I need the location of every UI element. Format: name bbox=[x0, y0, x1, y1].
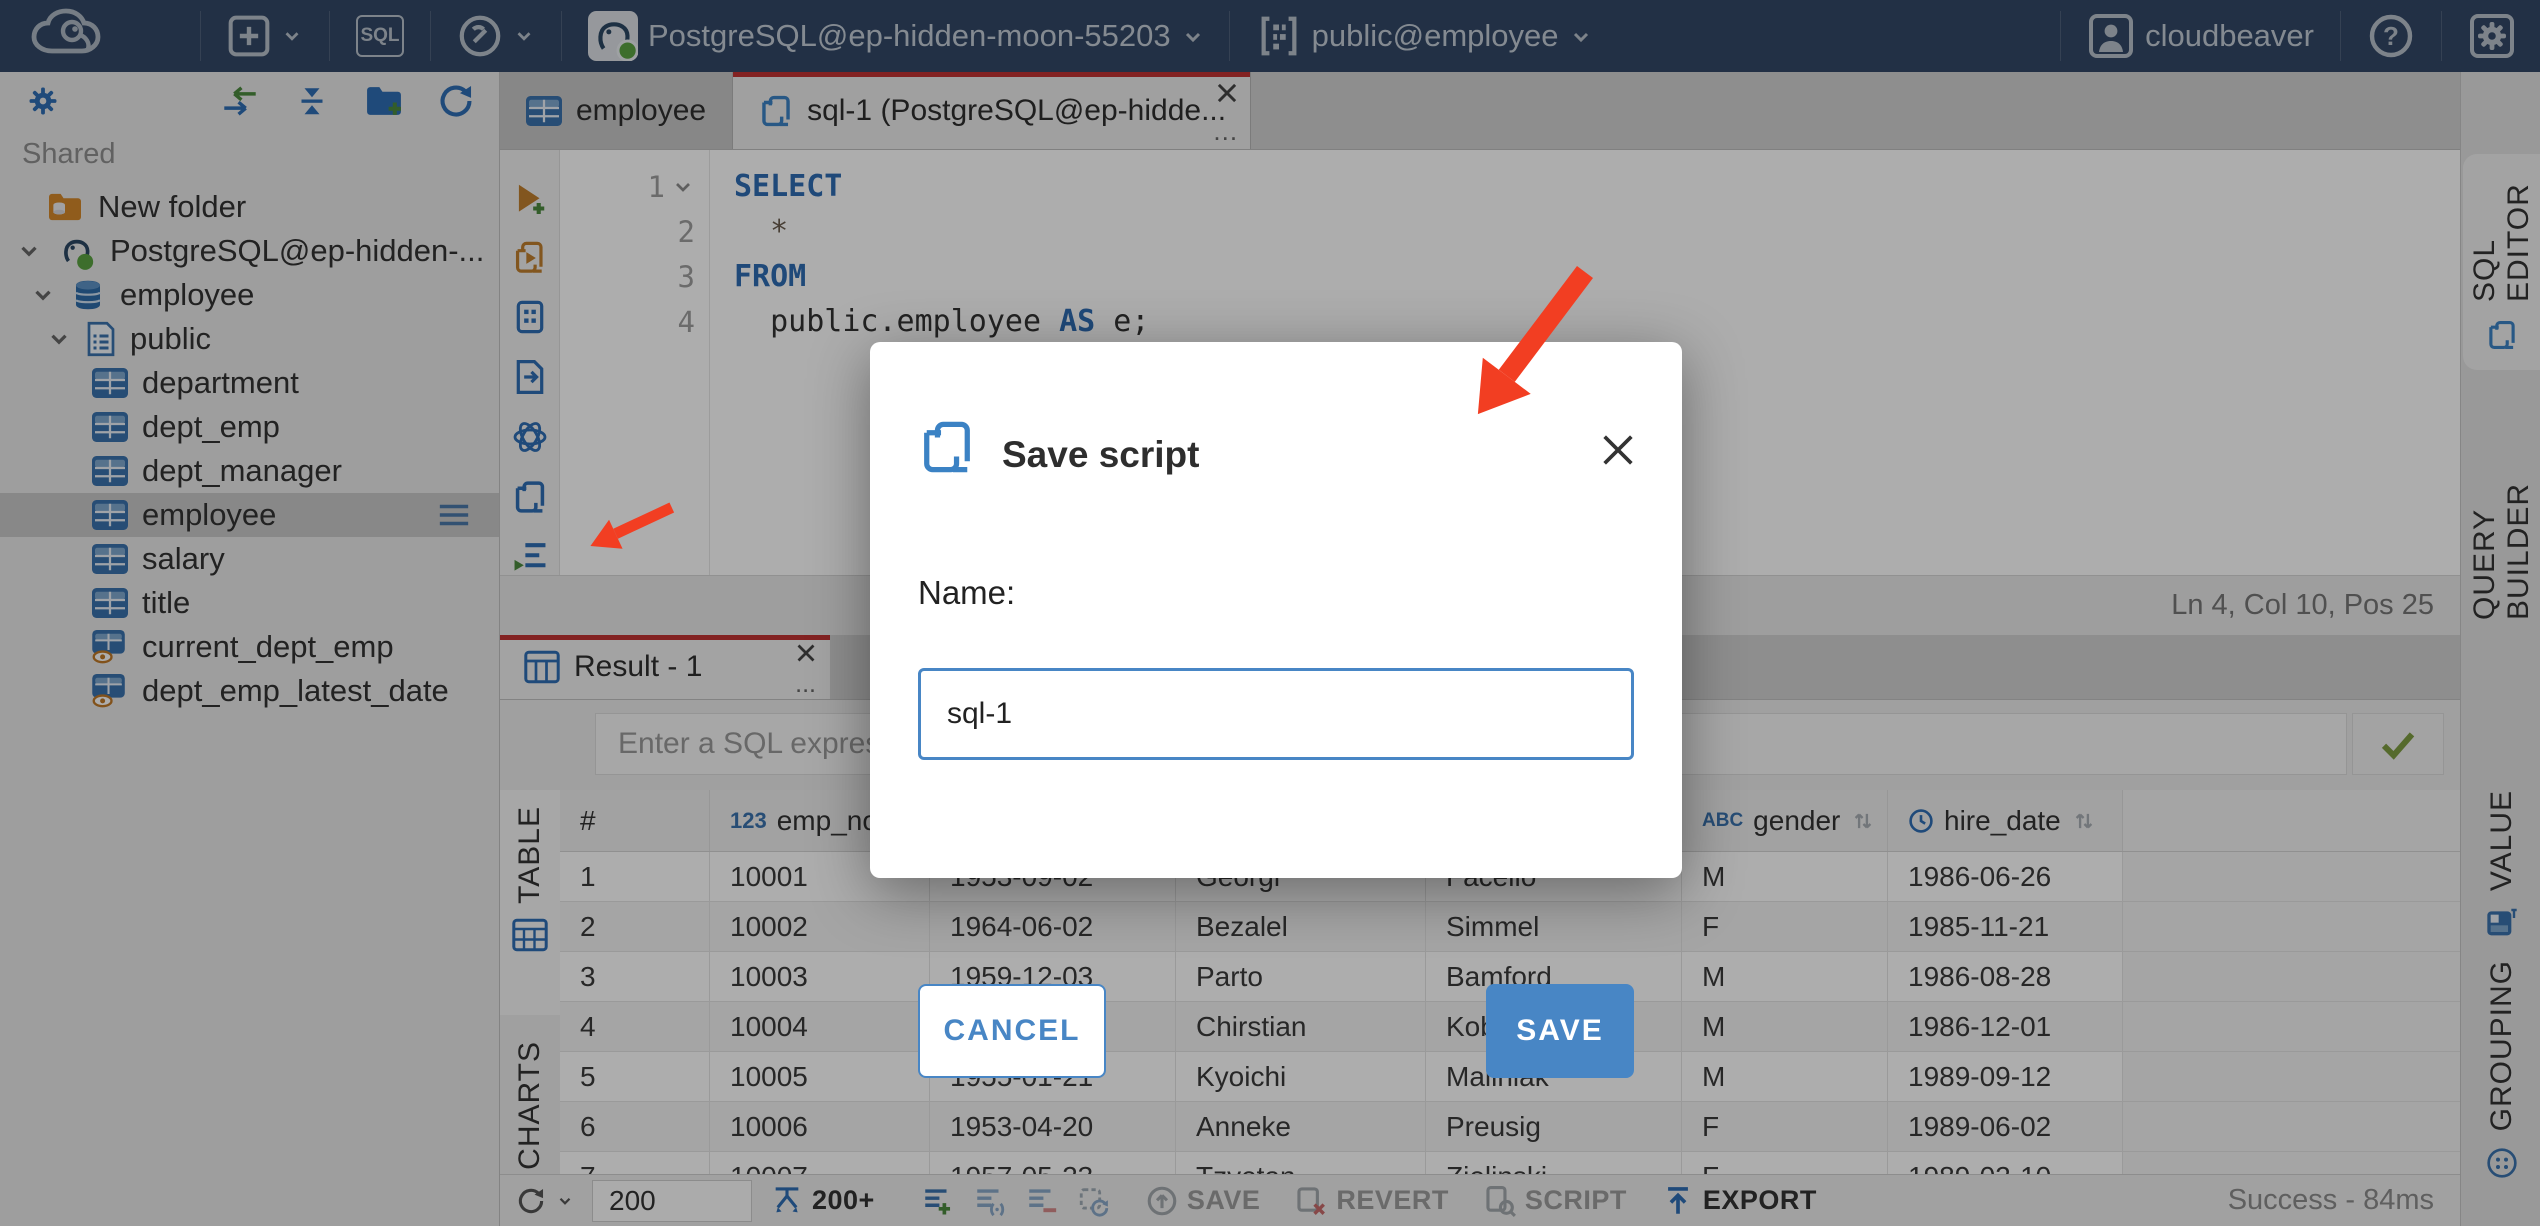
save-script-dialog: Save script Name: CANCEL SAVE bbox=[870, 342, 1682, 1078]
cloudbeaver-app: SQL PostgreSQL@ep-hidden-moon-55203 publ… bbox=[0, 0, 2540, 1226]
dialog-title: Save script bbox=[1002, 434, 1200, 475]
save-button[interactable]: SAVE bbox=[1486, 984, 1634, 1078]
close-icon[interactable] bbox=[1598, 430, 1638, 470]
cancel-button[interactable]: CANCEL bbox=[918, 984, 1106, 1078]
script-name-input[interactable] bbox=[918, 668, 1634, 760]
name-field-label: Name: bbox=[918, 574, 1016, 611]
script-icon bbox=[918, 416, 976, 478]
